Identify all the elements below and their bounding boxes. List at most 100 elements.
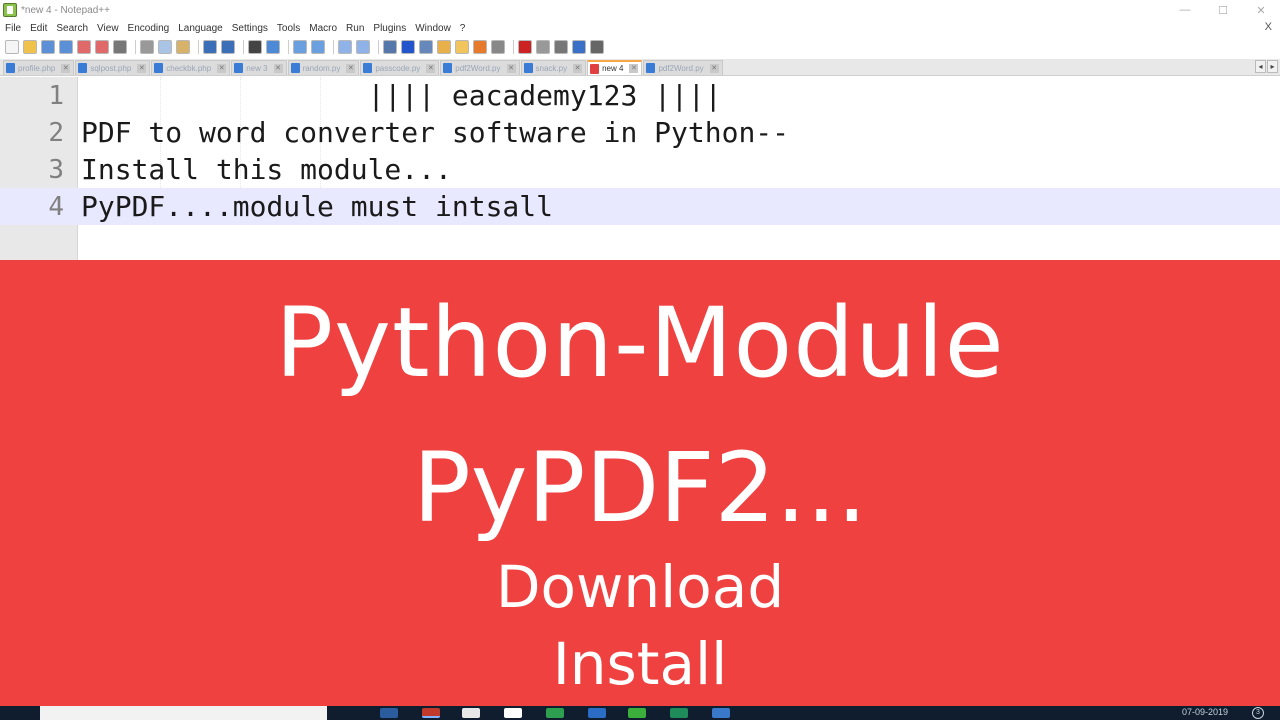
document-tab[interactable]: checkbk.php ✕ [151, 60, 231, 75]
replace-icon[interactable] [266, 40, 280, 54]
indent-guide-icon[interactable] [419, 40, 433, 54]
taskbar-app-icon[interactable] [546, 708, 564, 718]
tab-label: random.py [302, 63, 341, 73]
menu-window[interactable]: Window [415, 23, 451, 34]
line-text[interactable]: PyPDF....module must intsall [78, 190, 553, 223]
folder-workspace-icon[interactable] [473, 40, 487, 54]
taskbar-app-icon[interactable] [504, 708, 522, 718]
menu-file[interactable]: File [5, 23, 21, 34]
document-tab[interactable]: pdf2Word.py ✕ [643, 60, 723, 75]
tab-close-icon[interactable]: ✕ [709, 63, 719, 73]
taskbar-app-icon[interactable] [712, 708, 730, 718]
sync-vertical-icon[interactable] [338, 40, 352, 54]
tab-scroll-controls: ◂ ▸ [1254, 60, 1278, 73]
tab-close-icon[interactable]: ✕ [573, 63, 583, 73]
taskbar-app-icon[interactable] [462, 708, 480, 718]
zoom-in-icon[interactable] [293, 40, 307, 54]
tab-close-icon[interactable]: ✕ [346, 63, 356, 73]
open-file-icon[interactable] [23, 40, 37, 54]
print-icon[interactable] [113, 40, 127, 54]
sync-horizontal-icon[interactable] [356, 40, 370, 54]
taskbar-search-box[interactable] [40, 706, 327, 720]
menu-view[interactable]: View [97, 23, 119, 34]
document-tab[interactable]: new 3 ✕ [231, 60, 287, 75]
tab-close-icon[interactable]: ✕ [217, 63, 227, 73]
menu-run[interactable]: Run [346, 23, 364, 34]
taskbar-app-icon[interactable] [380, 708, 398, 718]
taskbar-app-icon[interactable] [670, 708, 688, 718]
menu-help[interactable]: ? [460, 23, 466, 34]
tab-label: new 4 [602, 64, 624, 73]
tab-close-icon[interactable]: ✕ [273, 63, 283, 73]
save-all-icon[interactable] [59, 40, 73, 54]
document-tab[interactable]: sqlpost.php ✕ [75, 60, 151, 75]
notification-icon[interactable]: 3 [1252, 707, 1264, 719]
taskbar-app-icon[interactable] [422, 708, 440, 718]
close-document-button[interactable]: X [1265, 21, 1272, 33]
taskbar-clock[interactable]: 07-09-2019 [1182, 707, 1228, 717]
tab-scroll-left-button[interactable]: ◂ [1255, 60, 1266, 73]
editor-area[interactable]: 1 |||| eacademy123 |||| 2 PDF to word conv… [0, 77, 1280, 260]
new-file-icon[interactable] [5, 40, 19, 54]
line-text[interactable]: PDF to word converter software in Python… [78, 116, 789, 149]
window-title: *new 4 - Notepad++ [21, 4, 110, 16]
menu-language[interactable]: Language [178, 23, 223, 34]
document-tab[interactable]: pdf2Word.py ✕ [440, 60, 520, 75]
code-line[interactable]: 1 |||| eacademy123 |||| [0, 77, 1280, 114]
paste-icon[interactable] [176, 40, 190, 54]
menu-search[interactable]: Search [56, 23, 88, 34]
tab-close-icon[interactable]: ✕ [137, 63, 147, 73]
code-line[interactable]: 4 PyPDF....module must intsall [0, 188, 1280, 225]
overlay-subtitle: PyPDF2... [412, 432, 868, 544]
menu-encoding[interactable]: Encoding [128, 23, 170, 34]
record-macro-icon[interactable] [518, 40, 532, 54]
maximize-button[interactable]: ☐ [1204, 0, 1242, 20]
doc-map-icon[interactable] [437, 40, 451, 54]
code-line[interactable]: 3 Install this module... [0, 151, 1280, 188]
menu-tools[interactable]: Tools [277, 23, 300, 34]
document-tab[interactable]: profile.php ✕ [3, 60, 75, 75]
minimize-button[interactable]: — [1166, 0, 1204, 20]
monitoring-icon[interactable] [491, 40, 505, 54]
document-tab[interactable]: random.py ✕ [287, 60, 360, 75]
windows-taskbar: 07-09-2019 3 [0, 706, 1280, 720]
run-macro-multiple-icon[interactable] [572, 40, 586, 54]
document-tab[interactable]: snack.py ✕ [520, 60, 587, 75]
menu-edit[interactable]: Edit [30, 23, 47, 34]
close-icon[interactable] [77, 40, 91, 54]
tab-close-icon[interactable]: ✕ [506, 63, 516, 73]
zoom-out-icon[interactable] [311, 40, 325, 54]
copy-icon[interactable] [158, 40, 172, 54]
undo-icon[interactable] [203, 40, 217, 54]
function-list-icon[interactable] [455, 40, 469, 54]
document-tab[interactable]: passcode.py ✕ [360, 60, 440, 75]
tab-close-icon[interactable]: ✕ [426, 63, 436, 73]
document-tab[interactable]: new 4 ✕ [587, 60, 643, 75]
tab-scroll-right-button[interactable]: ▸ [1267, 60, 1278, 73]
redo-icon[interactable] [221, 40, 235, 54]
line-text[interactable]: Install this module... [78, 153, 452, 186]
play-macro-icon[interactable] [554, 40, 568, 54]
close-window-button[interactable]: ✕ [1242, 0, 1280, 20]
stop-record-icon[interactable] [536, 40, 550, 54]
code-line[interactable]: 2 PDF to word converter software in Pytho… [0, 114, 1280, 151]
menu-plugins[interactable]: Plugins [373, 23, 406, 34]
start-button[interactable] [0, 706, 40, 720]
menu-macro[interactable]: Macro [309, 23, 337, 34]
save-macro-icon[interactable] [590, 40, 604, 54]
line-text[interactable]: |||| eacademy123 |||| [78, 79, 722, 112]
tab-close-icon[interactable]: ✕ [61, 63, 71, 73]
cut-icon[interactable] [140, 40, 154, 54]
notepadpp-app-icon [3, 3, 17, 17]
menu-settings[interactable]: Settings [232, 23, 268, 34]
find-icon[interactable] [248, 40, 262, 54]
close-all-icon[interactable] [95, 40, 109, 54]
word-wrap-icon[interactable] [383, 40, 397, 54]
taskbar-app-icon[interactable] [628, 708, 646, 718]
file-icon [646, 63, 656, 73]
taskbar-app-icon[interactable] [588, 708, 606, 718]
show-all-chars-icon[interactable] [401, 40, 415, 54]
tab-label: checkbk.php [166, 63, 212, 73]
save-icon[interactable] [41, 40, 55, 54]
tab-close-icon[interactable]: ✕ [629, 64, 639, 73]
